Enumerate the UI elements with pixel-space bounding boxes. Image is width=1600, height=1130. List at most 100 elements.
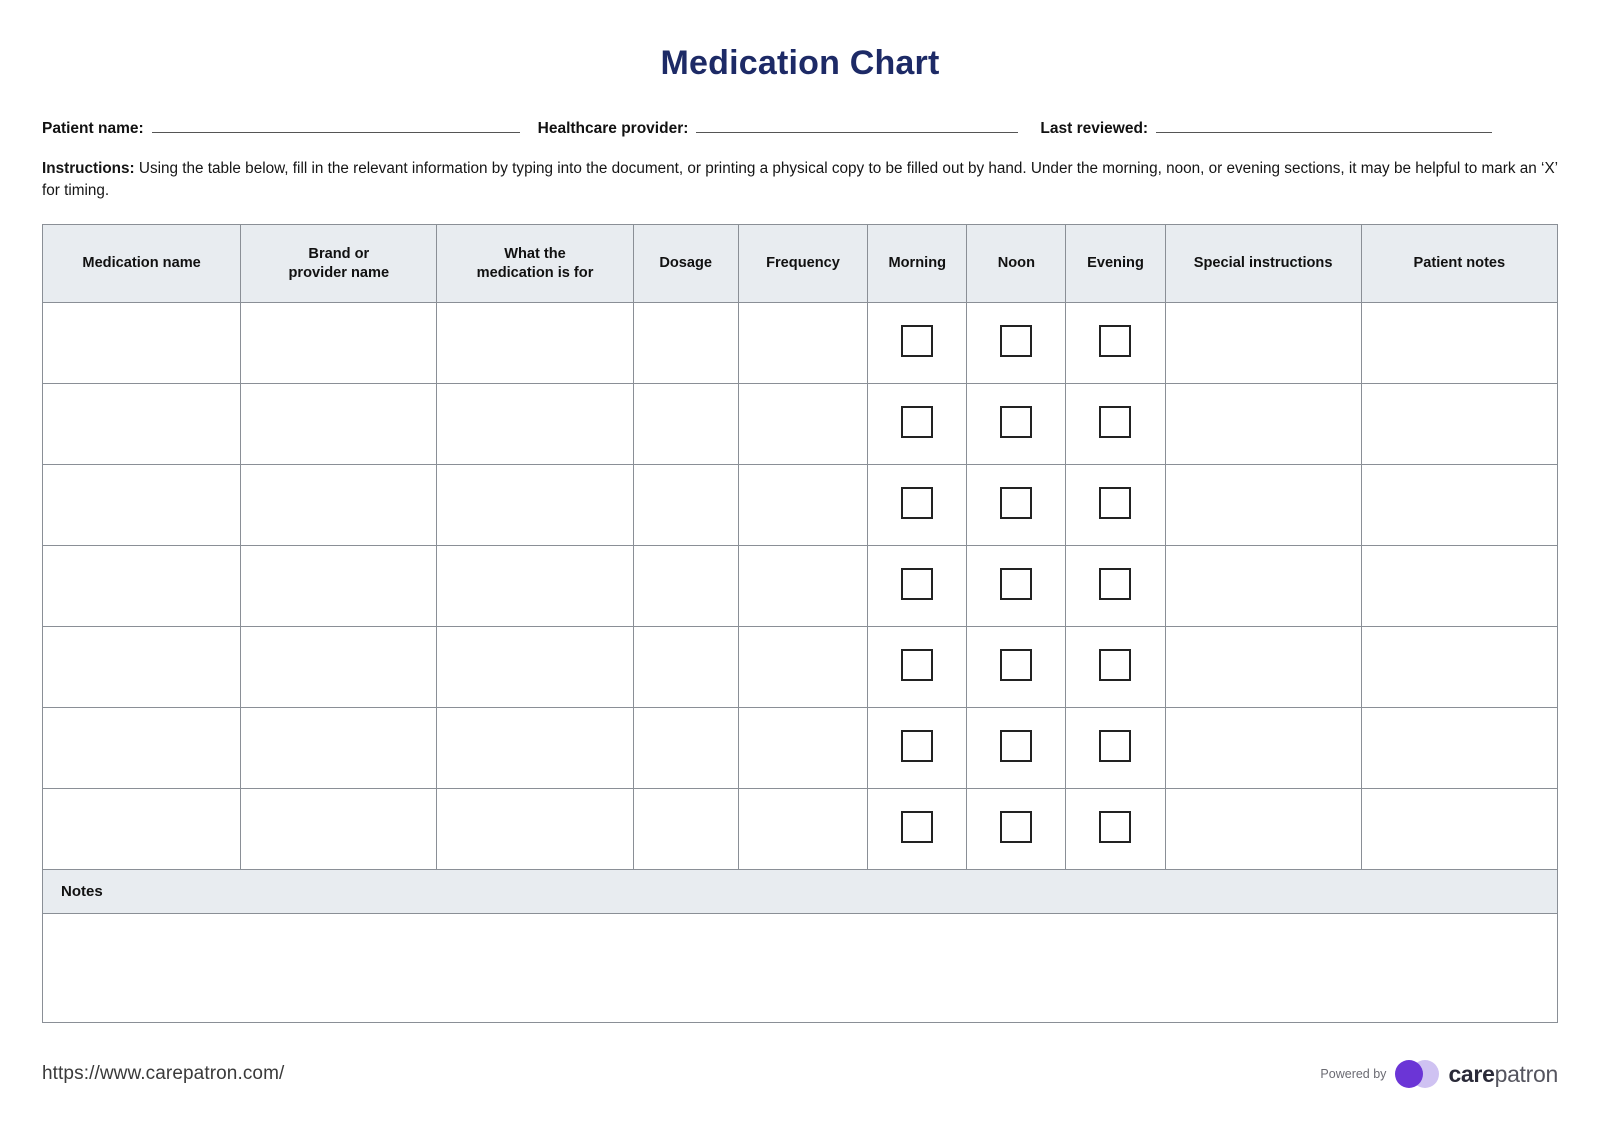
cell-patient-notes[interactable] [1360, 626, 1559, 709]
cell-noon[interactable] [966, 545, 1067, 628]
carepatron-url-link[interactable]: https://www.carepatron.com/ [42, 1063, 284, 1085]
cell-brand-or-provider-name[interactable] [240, 626, 438, 709]
cell-what-the-medication-is-for[interactable] [436, 626, 634, 709]
checkbox-noon[interactable] [1000, 405, 1033, 438]
healthcare-provider-input[interactable] [696, 115, 1019, 133]
checkbox-morning[interactable] [901, 648, 934, 681]
checkbox-morning[interactable] [901, 810, 934, 843]
cell-brand-or-provider-name[interactable] [240, 302, 438, 385]
checkbox-evening[interactable] [1099, 567, 1132, 600]
cell-frequency[interactable] [737, 545, 869, 628]
patient-name-input[interactable] [151, 115, 520, 133]
cell-evening[interactable] [1065, 383, 1166, 466]
cell-medication-name[interactable] [41, 545, 242, 628]
cell-special-instructions[interactable] [1164, 302, 1362, 385]
checkbox-morning[interactable] [901, 729, 934, 762]
cell-dosage[interactable] [632, 707, 739, 790]
cell-dosage[interactable] [632, 545, 739, 628]
cell-special-instructions[interactable] [1164, 788, 1362, 871]
checkbox-evening[interactable] [1099, 324, 1132, 357]
cell-morning[interactable] [867, 788, 968, 871]
checkbox-noon[interactable] [1000, 648, 1033, 681]
cell-patient-notes[interactable] [1360, 788, 1559, 871]
cell-brand-or-provider-name[interactable] [240, 707, 438, 790]
cell-medication-name[interactable] [41, 464, 242, 547]
cell-medication-name[interactable] [41, 788, 242, 871]
cell-what-the-medication-is-for[interactable] [436, 788, 634, 871]
cell-special-instructions[interactable] [1164, 464, 1362, 547]
cell-dosage[interactable] [632, 788, 739, 871]
last-reviewed-field[interactable]: Last reviewed: [1040, 115, 1493, 138]
cell-dosage[interactable] [632, 302, 739, 385]
cell-noon[interactable] [966, 464, 1067, 547]
cell-frequency[interactable] [737, 626, 869, 709]
cell-evening[interactable] [1065, 626, 1166, 709]
cell-noon[interactable] [966, 383, 1067, 466]
cell-special-instructions[interactable] [1164, 545, 1362, 628]
cell-patient-notes[interactable] [1360, 302, 1559, 385]
cell-what-the-medication-is-for[interactable] [436, 302, 634, 385]
cell-morning[interactable] [867, 707, 968, 790]
checkbox-morning[interactable] [901, 324, 934, 357]
cell-special-instructions[interactable] [1164, 626, 1362, 709]
cell-frequency[interactable] [737, 302, 869, 385]
cell-medication-name[interactable] [41, 707, 242, 790]
cell-noon[interactable] [966, 707, 1067, 790]
cell-frequency[interactable] [737, 788, 869, 871]
checkbox-evening[interactable] [1099, 486, 1132, 519]
cell-patient-notes[interactable] [1360, 545, 1559, 628]
cell-special-instructions[interactable] [1164, 383, 1362, 466]
healthcare-provider-field[interactable]: Healthcare provider: [538, 115, 1019, 138]
cell-frequency[interactable] [737, 707, 869, 790]
last-reviewed-input[interactable] [1156, 115, 1493, 133]
cell-frequency[interactable] [737, 383, 869, 466]
checkbox-evening[interactable] [1099, 648, 1132, 681]
cell-dosage[interactable] [632, 383, 739, 466]
cell-noon[interactable] [966, 626, 1067, 709]
cell-dosage[interactable] [632, 626, 739, 709]
table-header-row: Medication name Brand or provider name Wh… [41, 224, 1559, 304]
cell-noon[interactable] [966, 302, 1067, 385]
cell-patient-notes[interactable] [1360, 464, 1559, 547]
cell-noon[interactable] [966, 788, 1067, 871]
cell-brand-or-provider-name[interactable] [240, 464, 438, 547]
cell-what-the-medication-is-for[interactable] [436, 545, 634, 628]
cell-medication-name[interactable] [41, 626, 242, 709]
checkbox-morning[interactable] [901, 567, 934, 600]
cell-brand-or-provider-name[interactable] [240, 545, 438, 628]
checkbox-evening[interactable] [1099, 729, 1132, 762]
checkbox-noon[interactable] [1000, 810, 1033, 843]
cell-dosage[interactable] [632, 464, 739, 547]
cell-morning[interactable] [867, 464, 968, 547]
cell-special-instructions[interactable] [1164, 707, 1362, 790]
cell-evening[interactable] [1065, 788, 1166, 871]
cell-patient-notes[interactable] [1360, 707, 1559, 790]
checkbox-noon[interactable] [1000, 486, 1033, 519]
cell-what-the-medication-is-for[interactable] [436, 464, 634, 547]
cell-what-the-medication-is-for[interactable] [436, 707, 634, 790]
cell-medication-name[interactable] [41, 302, 242, 385]
patient-name-field[interactable]: Patient name: [42, 115, 520, 138]
checkbox-evening[interactable] [1099, 405, 1132, 438]
cell-evening[interactable] [1065, 302, 1166, 385]
cell-morning[interactable] [867, 626, 968, 709]
notes-input[interactable] [43, 914, 1557, 1023]
checkbox-noon[interactable] [1000, 567, 1033, 600]
cell-brand-or-provider-name[interactable] [240, 383, 438, 466]
cell-evening[interactable] [1065, 545, 1166, 628]
checkbox-noon[interactable] [1000, 729, 1033, 762]
checkbox-noon[interactable] [1000, 324, 1033, 357]
cell-what-the-medication-is-for[interactable] [436, 383, 634, 466]
cell-patient-notes[interactable] [1360, 383, 1559, 466]
cell-evening[interactable] [1065, 464, 1166, 547]
cell-morning[interactable] [867, 302, 968, 385]
cell-evening[interactable] [1065, 707, 1166, 790]
checkbox-evening[interactable] [1099, 810, 1132, 843]
cell-frequency[interactable] [737, 464, 869, 547]
cell-medication-name[interactable] [41, 383, 242, 466]
cell-morning[interactable] [867, 545, 968, 628]
cell-brand-or-provider-name[interactable] [240, 788, 438, 871]
checkbox-morning[interactable] [901, 405, 934, 438]
cell-morning[interactable] [867, 383, 968, 466]
checkbox-morning[interactable] [901, 486, 934, 519]
